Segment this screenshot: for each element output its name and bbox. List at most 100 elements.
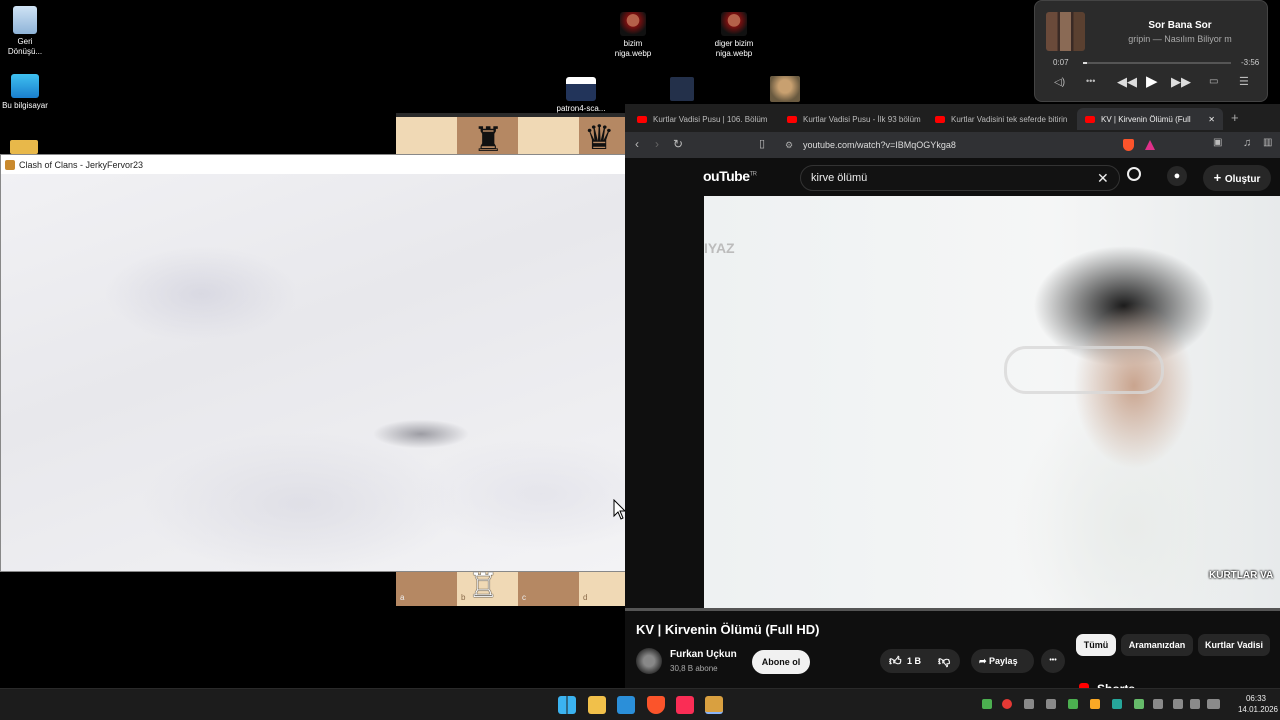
window-titlebar[interactable]: Clash of Clans - JerkyFervor23 – ☐ ✕ <box>1 155 703 174</box>
channel-avatar[interactable] <box>636 648 662 674</box>
youtube-icon <box>935 115 945 123</box>
play-icon[interactable]: ▶ <box>1146 72 1158 90</box>
browser-tab[interactable]: Kurtlar Vadisi Pusu - İlk 93 bölüm <box>787 108 921 130</box>
elapsed-time: 0:07 <box>1053 58 1069 67</box>
share-button[interactable]: ➦ Paylaş <box>971 649 1034 673</box>
tab-label: KV | Kirvenin Ölümü (Full <box>1101 114 1191 124</box>
weather-file-icon[interactable] <box>670 77 694 101</box>
browser-tab[interactable]: Kurtlar Vadisi Pusu | 106. Bölüm <box>637 108 771 130</box>
channel-name[interactable]: Furkan Uçkun <box>670 649 737 660</box>
search-input[interactable]: kirve ölümü ✕ <box>800 165 1120 191</box>
rook-icon[interactable]: ♜ <box>473 123 503 157</box>
forward-icon[interactable]: › <box>655 137 659 151</box>
tab-bar: Kurtlar Vadisi Pusu | 106. Bölüm Kurtlar… <box>625 104 1280 132</box>
desktop-icon-patron4[interactable]: patron4-sca... <box>546 77 616 114</box>
toolbar: ‹ › ↻ ▯ ⚙ youtube.com/watch?v=IBMqOGYkga… <box>625 132 1280 158</box>
like-count[interactable]: 1 B <box>907 649 921 673</box>
rook-icon[interactable]: ♖ <box>468 569 498 603</box>
file-label: c <box>522 593 526 602</box>
chip-all[interactable]: Tümü <box>1076 634 1116 656</box>
seek-bar[interactable] <box>1083 62 1231 64</box>
youtube-icon <box>1085 115 1095 123</box>
search-query: kirve ölümü <box>811 172 868 184</box>
lyrics-icon[interactable]: ▭ <box>1209 76 1218 87</box>
clash-of-clans-taskbar-icon[interactable] <box>705 696 723 714</box>
battery-icon[interactable] <box>1207 699 1220 709</box>
tab-label: Kurtlar Vadisi Pusu | 106. Bölüm <box>653 114 768 124</box>
search-icon[interactable] <box>1127 167 1141 181</box>
desktop-icon-recycle-bin[interactable]: Geri Dönüşü... <box>0 6 60 57</box>
rewards-icon[interactable] <box>1145 140 1155 150</box>
photo-file-icon[interactable] <box>770 76 800 102</box>
more-actions-button[interactable]: ••• <box>1041 649 1065 673</box>
browser-tab[interactable]: Kurtlar Vadisini tek seferde bitirin <box>935 108 1069 130</box>
thumbs-down-icon[interactable]: 👎︎ <box>938 649 950 673</box>
plus-icon: + <box>1213 170 1225 185</box>
remaining-time: -3:56 <box>1241 58 1260 67</box>
video-player[interactable] <box>704 196 1280 608</box>
desktop-icon-bizim-niga[interactable]: bizim niga.webp <box>598 12 668 59</box>
desktop-icon-this-pc[interactable]: Bu bilgisayar <box>0 74 60 111</box>
address-bar[interactable]: ⚙ youtube.com/watch?v=IBMqOGYkga8 <box>777 135 1067 155</box>
more-icon[interactable]: ••• <box>1086 76 1095 86</box>
tray-icon[interactable] <box>1112 699 1122 709</box>
youtube-icon <box>787 115 797 123</box>
recycle-bin-icon <box>13 6 37 34</box>
app-icon <box>5 159 15 170</box>
back-icon[interactable]: ‹ <box>635 137 639 151</box>
browser-tab-active[interactable]: KV | Kirvenin Ölümü (Full ✕ <box>1077 108 1223 130</box>
desktop-icon-label: diger bizim niga.webp <box>714 39 754 58</box>
close-tab-button[interactable]: ✕ <box>1208 115 1215 124</box>
tray-icon[interactable] <box>982 699 992 709</box>
desktop-icon-diger-bizim-niga[interactable]: diger bizim niga.webp <box>699 12 769 59</box>
glasses-overlay <box>1004 346 1164 394</box>
clash-of-clans-window[interactable]: Clash of Clans - JerkyFervor23 – ☐ ✕ <box>0 154 704 572</box>
chip-from-search[interactable]: Aramanızdan <box>1121 634 1193 656</box>
apple-music-icon[interactable] <box>676 696 694 714</box>
browser-window[interactable]: Kurtlar Vadisi Pusu | 106. Bölüm Kurtlar… <box>625 104 1280 720</box>
tray-icon[interactable] <box>1090 699 1100 709</box>
monitor-icon <box>11 74 39 98</box>
window-title: Clash of Clans - JerkyFervor23 <box>19 159 144 170</box>
next-icon[interactable]: ▶▶ <box>1171 74 1191 90</box>
game-viewport[interactable] <box>1 174 703 571</box>
tray-icon[interactable] <box>1068 699 1078 709</box>
queen-icon[interactable]: ♛ <box>584 121 614 155</box>
image-file-icon <box>721 12 747 36</box>
new-tab-button[interactable]: + <box>1231 110 1239 125</box>
brave-browser-icon[interactable] <box>647 696 665 714</box>
network-icon[interactable] <box>1173 699 1183 709</box>
thumbs-up-icon[interactable]: 👍︎ <box>889 649 902 673</box>
sidebar-icon[interactable]: ▣ <box>1213 137 1222 148</box>
clock-date[interactable]: 14.01.2026 <box>1228 705 1278 714</box>
brave-shield-icon[interactable] <box>1123 139 1134 151</box>
tray-icon[interactable] <box>1046 699 1056 709</box>
video-progress-bar[interactable] <box>625 608 1280 611</box>
bookmark-icon[interactable]: ▯ <box>759 137 765 150</box>
microphone-icon[interactable]: ● <box>1167 166 1187 186</box>
clear-search-icon[interactable]: ✕ <box>1097 166 1109 190</box>
windows-start-icon[interactable] <box>558 696 576 714</box>
microphone-tray-icon[interactable] <box>1153 699 1163 709</box>
file-explorer-icon[interactable] <box>588 696 606 714</box>
chip-kurtlar-vadisi[interactable]: Kurtlar Vadisi <box>1198 634 1270 656</box>
tray-icon[interactable] <box>1134 699 1144 709</box>
tray-icon[interactable] <box>1024 699 1034 709</box>
volume-tray-icon[interactable] <box>1190 699 1200 709</box>
folder-icon[interactable] <box>10 140 38 154</box>
previous-icon[interactable]: ◀◀ <box>1117 74 1137 90</box>
store-icon[interactable] <box>617 696 635 714</box>
clock-time[interactable]: 06:33 <box>1236 694 1276 703</box>
queue-icon[interactable]: ☰ <box>1239 75 1249 88</box>
reload-icon[interactable]: ↻ <box>673 137 683 151</box>
share-icon: ➦ <box>979 656 990 666</box>
create-button[interactable]: + Oluştur <box>1203 165 1271 191</box>
music-icon[interactable]: ♫ <box>1243 137 1251 149</box>
subscribe-button[interactable]: Abone ol <box>752 650 810 674</box>
volume-icon[interactable]: ◁) <box>1054 77 1065 88</box>
youtube-logo[interactable]: ouTubeTR <box>703 168 757 184</box>
tray-icon[interactable] <box>1002 699 1012 709</box>
panel-icon[interactable]: ▥ <box>1263 137 1272 148</box>
subscriber-count: 30,8 B abone <box>670 664 718 673</box>
media-controls-overlay[interactable]: Sor Bana Sor gripin — Nasılım Biliyor m … <box>1034 0 1268 102</box>
